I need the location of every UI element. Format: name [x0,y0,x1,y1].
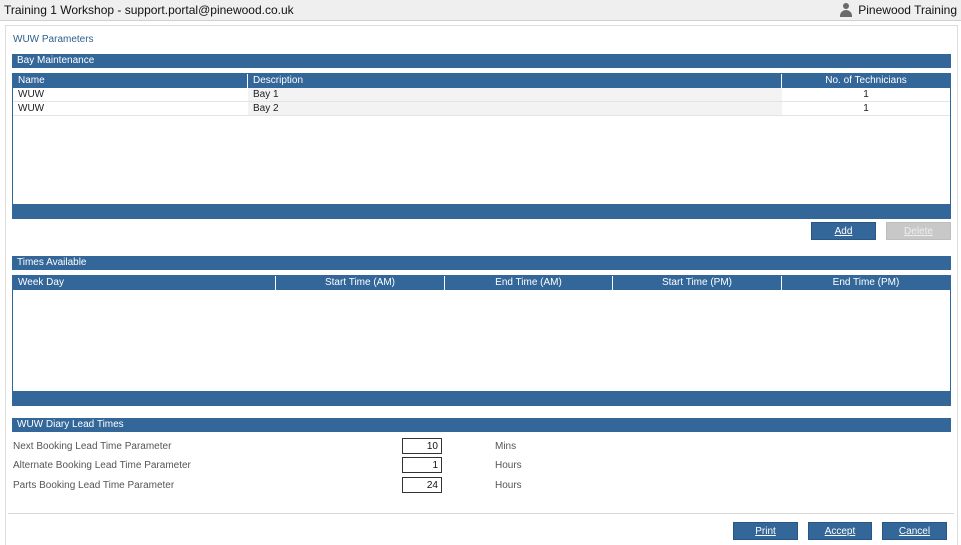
cell-description: Bay 1 [248,88,782,101]
bay-maintenance-grid: Name Description No. of Technicians WUW … [12,73,951,219]
window-title: Training 1 Workshop - support.portal@pin… [4,3,294,17]
page-title: WUW Parameters [13,34,94,45]
cancel-button[interactable]: Cancel [882,522,947,540]
lead-times-header: WUW Diary Lead Times [12,418,951,432]
grid-header: Week Day Start Time (AM) End Time (AM) S… [13,276,950,290]
parts-booking-unit: Hours [495,480,522,491]
next-booking-label: Next Booking Lead Time Parameter [13,441,172,452]
cell-technicians: 1 [863,103,869,114]
alternate-booking-input[interactable] [402,457,442,473]
times-available-header: Times Available [12,256,951,270]
column-header-end-pm[interactable]: End Time (PM) [782,276,950,290]
next-booking-input[interactable] [402,438,442,454]
cell-technicians: 1 [863,89,869,100]
table-row[interactable]: WUW Bay 2 1 [13,102,950,116]
delete-button[interactable]: Delete [886,222,951,240]
cell-description: Bay 2 [248,102,782,115]
title-bar: Training 1 Workshop - support.portal@pin… [0,0,961,21]
column-header-description[interactable]: Description [248,74,782,88]
grid-footer-bar [12,391,951,406]
user-menu[interactable]: Pinewood Training [839,3,957,17]
parts-booking-label: Parts Booking Lead Time Parameter [13,480,175,491]
next-booking-unit: Mins [495,441,517,452]
bay-maintenance-header: Bay Maintenance [12,54,951,68]
parts-booking-input[interactable] [402,477,442,493]
column-header-technicians[interactable]: No. of Technicians [782,74,950,88]
alternate-booking-label: Alternate Booking Lead Time Parameter [13,460,191,471]
footer-divider [8,513,954,514]
cell-name: WUW [18,103,45,114]
column-header-name[interactable]: Name [13,74,248,88]
cell-name: WUW [18,89,45,100]
add-button[interactable]: Add [811,222,876,240]
accept-button[interactable]: Accept [808,522,872,540]
column-header-start-am[interactable]: Start Time (AM) [276,276,445,290]
column-header-end-am[interactable]: End Time (AM) [445,276,613,290]
grid-footer-bar [12,204,951,219]
user-name: Pinewood Training [858,3,957,17]
times-available-grid: Week Day Start Time (AM) End Time (AM) S… [12,275,951,406]
alternate-booking-unit: Hours [495,460,522,471]
column-header-week-day[interactable]: Week Day [13,276,276,290]
user-icon [839,3,853,17]
grid-header: Name Description No. of Technicians [13,74,950,88]
print-button[interactable]: Print [733,522,798,540]
column-header-start-pm[interactable]: Start Time (PM) [613,276,782,290]
table-row[interactable]: WUW Bay 1 1 [13,88,950,102]
